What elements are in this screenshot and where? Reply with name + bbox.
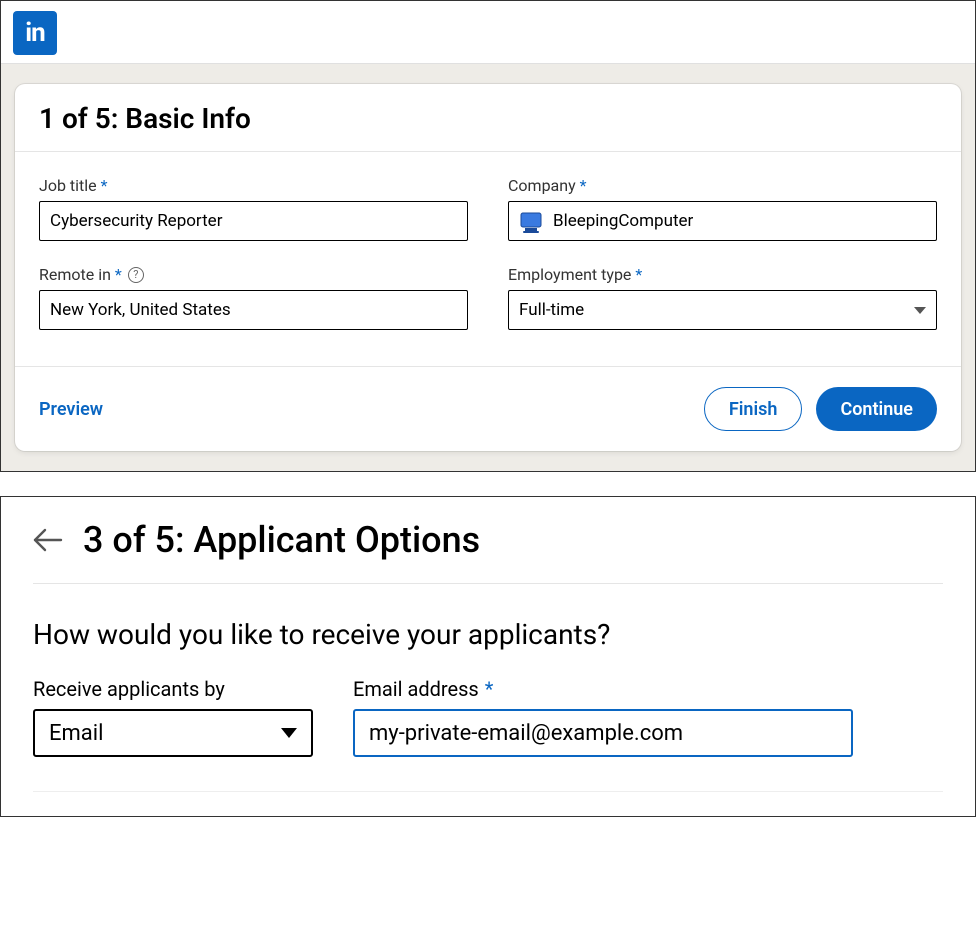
chevron-down-icon [914, 307, 926, 314]
card-footer: Preview Finish Continue [15, 366, 961, 451]
finish-button[interactable]: Finish [704, 387, 803, 431]
panel-basic-info: in 1 of 5: Basic Info Job title * Cybers… [0, 0, 976, 472]
receive-by-select[interactable]: Email [33, 709, 313, 757]
card-header: 1 of 5: Basic Info [15, 84, 961, 152]
required-marker: * [485, 677, 494, 701]
receive-by-value: Email [49, 721, 103, 746]
top-bar: in [1, 1, 975, 64]
field-receive-by: Receive applicants by Email [33, 677, 313, 757]
linkedin-logo[interactable]: in [13, 11, 57, 55]
required-marker: * [101, 176, 108, 195]
required-marker: * [580, 176, 587, 195]
job-title-value: Cybersecurity Reporter [50, 211, 222, 231]
email-address-input[interactable]: my-private-email@example.com [353, 709, 853, 757]
card-container: 1 of 5: Basic Info Job title * Cybersecu… [1, 64, 975, 471]
step-title: 1 of 5: Basic Info [39, 102, 937, 135]
email-address-label-text: Email address [353, 677, 479, 701]
row-applicant-fields: Receive applicants by Email Email addres… [33, 677, 943, 792]
receive-by-label-text: Receive applicants by [33, 677, 225, 701]
field-email-address: Email address * my-private-email@example… [353, 677, 853, 757]
remote-in-input[interactable]: New York, United States [39, 290, 468, 330]
remote-in-label-text: Remote in [39, 265, 111, 284]
company-logo-icon [519, 211, 543, 231]
help-icon[interactable]: ? [128, 267, 144, 283]
step-title: 3 of 5: Applicant Options [83, 519, 480, 561]
required-marker: * [115, 265, 122, 284]
company-label: Company * [508, 176, 937, 195]
continue-button-label: Continue [840, 399, 913, 420]
back-arrow-icon[interactable] [33, 528, 63, 552]
job-title-label: Job title * [39, 176, 468, 195]
required-marker: * [635, 265, 642, 284]
panel2-header: 3 of 5: Applicant Options [33, 519, 943, 584]
field-remote-in: Remote in * ? New York, United States [39, 265, 468, 330]
job-title-input[interactable]: Cybersecurity Reporter [39, 201, 468, 241]
employment-type-label: Employment type * [508, 265, 937, 284]
panel2-body: How would you like to receive your appli… [33, 584, 943, 792]
finish-button-label: Finish [729, 399, 778, 420]
button-group: Finish Continue [704, 387, 937, 431]
preview-link[interactable]: Preview [39, 399, 103, 420]
email-address-value: my-private-email@example.com [369, 721, 683, 746]
company-value: BleepingComputer [553, 211, 693, 231]
panel2-inner: 3 of 5: Applicant Options How would you … [1, 497, 975, 816]
employment-type-label-text: Employment type [508, 265, 631, 284]
linkedin-logo-text: in [25, 18, 44, 48]
company-input[interactable]: BleepingComputer [508, 201, 937, 241]
field-job-title: Job title * Cybersecurity Reporter [39, 176, 468, 241]
remote-in-value: New York, United States [50, 300, 231, 320]
job-title-label-text: Job title [39, 176, 97, 195]
continue-button[interactable]: Continue [816, 387, 937, 431]
email-address-label: Email address * [353, 677, 853, 701]
basic-info-card: 1 of 5: Basic Info Job title * Cybersecu… [15, 84, 961, 451]
remote-in-label: Remote in * ? [39, 265, 468, 284]
panel-applicant-options: 3 of 5: Applicant Options How would you … [0, 496, 976, 817]
question-heading: How would you like to receive your appli… [33, 618, 943, 651]
field-employment-type: Employment type * Full-time [508, 265, 937, 330]
card-body: Job title * Cybersecurity Reporter Compa… [15, 152, 961, 366]
receive-by-label: Receive applicants by [33, 677, 313, 701]
company-label-text: Company [508, 176, 576, 195]
employment-type-value: Full-time [519, 300, 584, 320]
chevron-down-icon [281, 728, 297, 738]
employment-type-select[interactable]: Full-time [508, 290, 937, 330]
field-company: Company * BleepingCompute [508, 176, 937, 241]
